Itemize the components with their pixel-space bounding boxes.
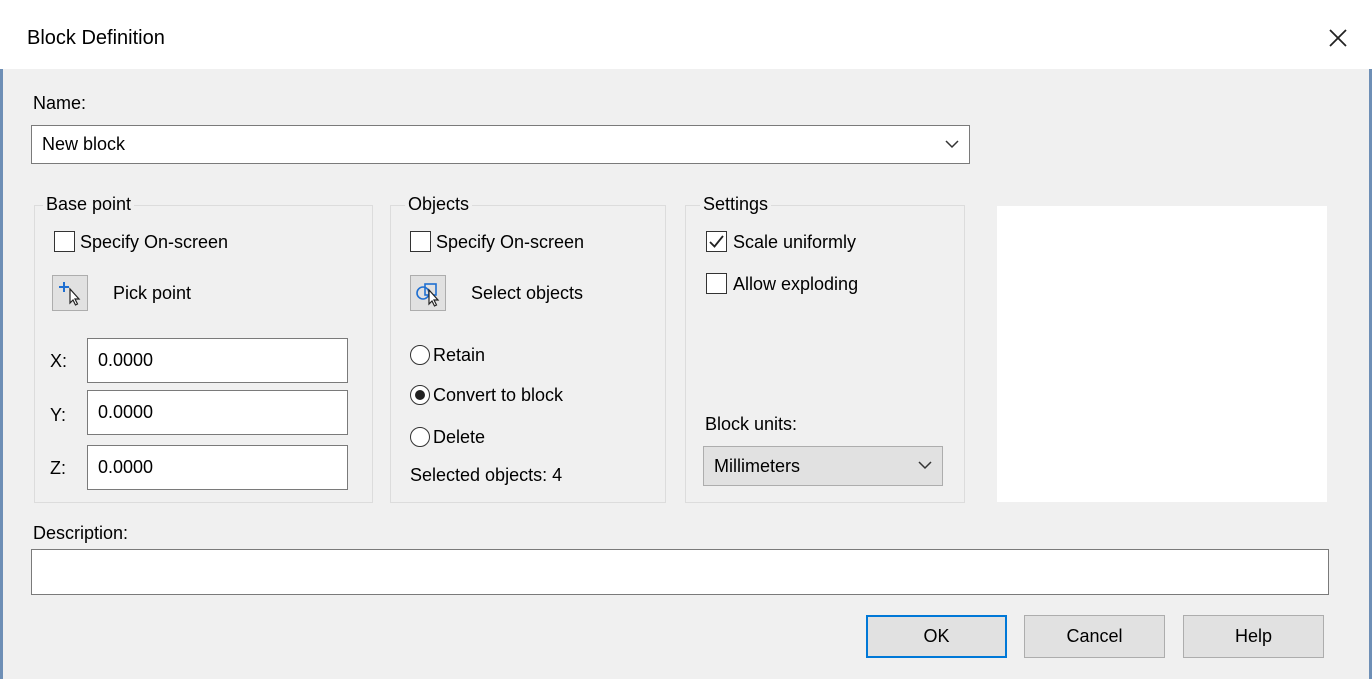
objects-title: Objects	[405, 194, 473, 215]
retain-radio[interactable]	[410, 345, 430, 365]
select-objects-icon	[416, 283, 440, 307]
y-input[interactable]: 0.0000	[87, 390, 348, 435]
convert-to-block-label: Convert to block	[433, 385, 564, 405]
chevron-down-icon	[945, 139, 959, 148]
block-units-value: Millimeters	[714, 455, 801, 476]
pick-point-icon	[59, 282, 81, 306]
base-specify-onscreen-label: Specify On-screen	[80, 232, 229, 252]
x-label: X:	[50, 351, 68, 371]
description-label: Description:	[33, 523, 129, 543]
name-combobox[interactable]: New block	[31, 125, 970, 164]
base-point-title: Base point	[43, 194, 135, 215]
name-value: New block	[42, 134, 126, 154]
allow-exploding-checkbox[interactable]	[706, 273, 727, 294]
title-bar	[0, 0, 1372, 69]
delete-radio[interactable]	[410, 427, 430, 447]
selected-objects-count: Selected objects: 4	[410, 465, 563, 485]
convert-to-block-radio[interactable]	[410, 385, 430, 405]
checkmark-icon	[709, 235, 724, 248]
base-specify-onscreen-checkbox[interactable]	[54, 231, 75, 252]
close-button[interactable]	[1318, 18, 1358, 58]
y-label: Y:	[50, 405, 67, 425]
delete-label: Delete	[433, 427, 486, 447]
objects-specify-onscreen-checkbox[interactable]	[410, 231, 431, 252]
window-title: Block Definition	[27, 27, 165, 49]
x-input[interactable]: 0.0000	[87, 338, 348, 383]
pick-point-button[interactable]	[52, 275, 88, 311]
pick-point-label: Pick point	[113, 283, 192, 303]
z-label: Z:	[50, 458, 66, 478]
select-objects-label: Select objects	[471, 283, 584, 303]
close-icon	[1329, 29, 1347, 47]
description-input[interactable]	[31, 549, 1329, 595]
chevron-down-icon	[918, 461, 932, 470]
objects-specify-onscreen-label: Specify On-screen	[436, 232, 585, 252]
block-units-label: Block units:	[705, 414, 798, 434]
cancel-button[interactable]: Cancel	[1024, 615, 1165, 658]
help-button[interactable]: Help	[1183, 615, 1324, 658]
retain-label: Retain	[433, 345, 486, 365]
scale-uniformly-checkbox[interactable]	[706, 231, 727, 252]
scale-uniformly-label: Scale uniformly	[733, 232, 857, 252]
z-input[interactable]: 0.0000	[87, 445, 348, 490]
select-objects-button[interactable]	[410, 275, 446, 311]
block-preview	[997, 206, 1327, 502]
window-border-left	[0, 0, 3, 679]
block-units-select[interactable]: Millimeters	[703, 446, 943, 486]
name-label: Name:	[33, 93, 87, 113]
ok-button[interactable]: OK	[866, 615, 1007, 658]
settings-title: Settings	[700, 194, 772, 215]
allow-exploding-label: Allow exploding	[733, 274, 859, 294]
